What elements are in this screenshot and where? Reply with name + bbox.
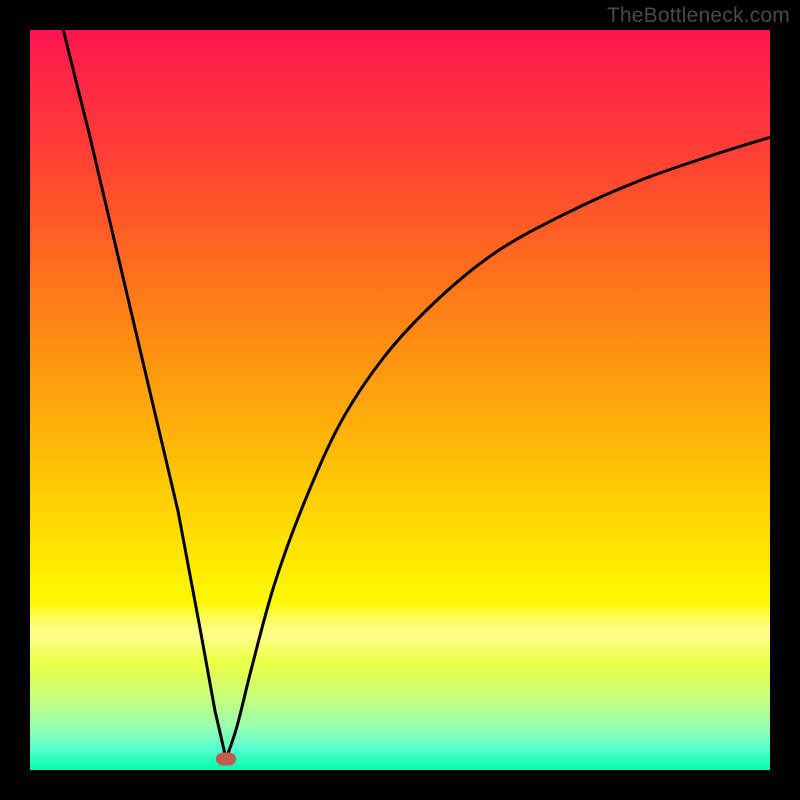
minimum-marker: [216, 752, 236, 765]
bottleneck-curve: [63, 30, 770, 759]
watermark-text: TheBottleneck.com: [607, 4, 790, 28]
plot-area: [30, 30, 770, 770]
curve-layer: [30, 30, 770, 770]
chart-frame: TheBottleneck.com: [0, 0, 800, 800]
